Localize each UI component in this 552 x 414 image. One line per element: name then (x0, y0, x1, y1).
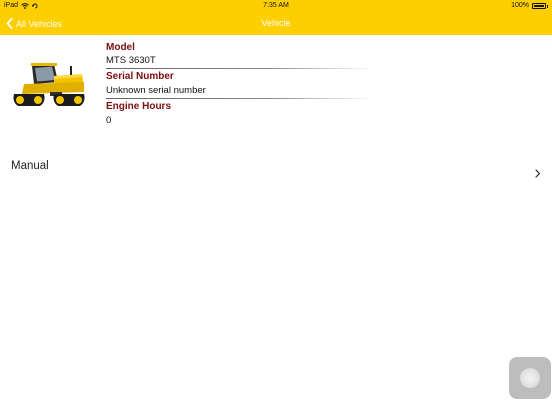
battery-icon (532, 3, 546, 9)
serial-number-value: Unknown serial number (106, 85, 206, 96)
divider (106, 98, 374, 99)
divider (106, 68, 374, 69)
navigation-bar: All Vehicles Vehicle (0, 12, 552, 35)
manual-label: Manual (11, 160, 49, 172)
serial-number-label: Serial Number (106, 71, 174, 82)
battery-tip (547, 4, 548, 8)
status-bar: iPad 7:35 AM 100% (0, 0, 552, 12)
status-time: 7:35 AM (263, 2, 289, 9)
model-label: Model (106, 42, 135, 53)
manual-row[interactable]: Manual (0, 152, 552, 194)
engine-hours-value: 0 (106, 115, 112, 126)
status-right: 100% (511, 0, 548, 12)
battery-percent: 100% (511, 2, 529, 9)
engine-hours-label: Engine Hours (106, 101, 172, 112)
model-value: MTS 3630T (106, 55, 156, 66)
assistive-touch-button[interactable] (509, 357, 551, 399)
page-title: Vehicle (261, 18, 291, 28)
assistive-touch-icon (520, 368, 540, 388)
chevron-right-icon (535, 169, 541, 178)
tracked-tractor-icon (13, 63, 85, 106)
